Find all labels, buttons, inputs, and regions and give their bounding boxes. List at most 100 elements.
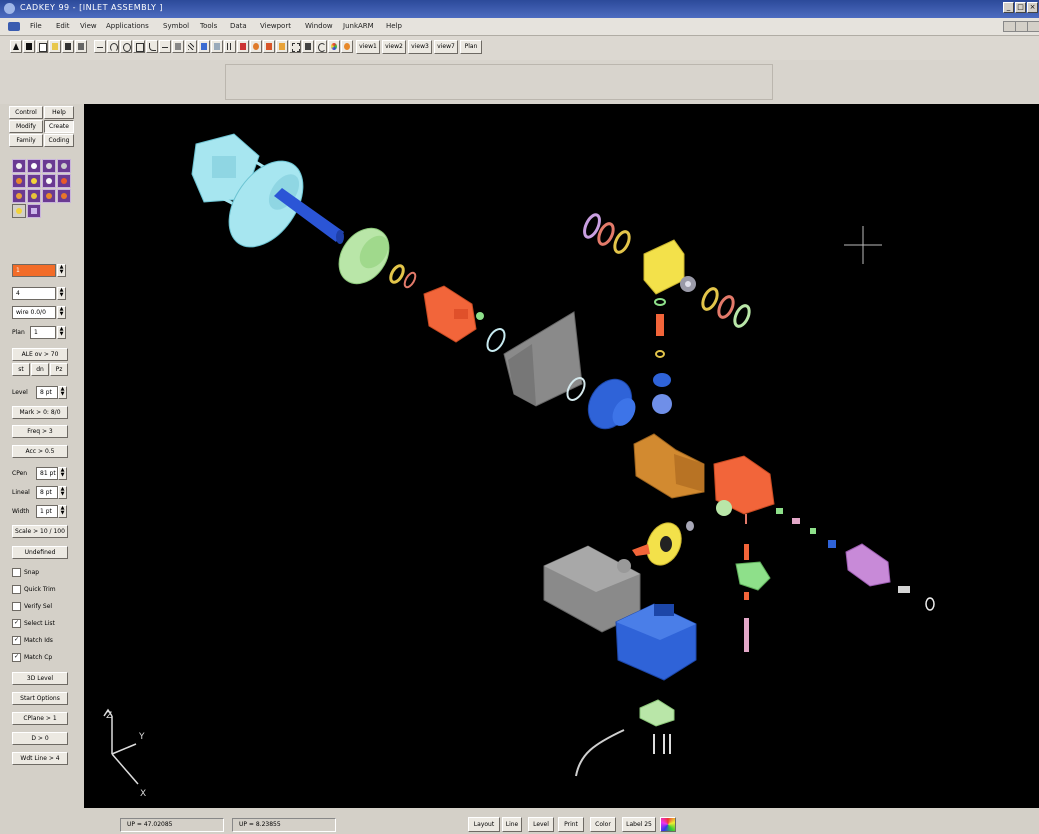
status-color-button[interactable]: Color <box>590 817 616 832</box>
part-housing-cyan[interactable] <box>191 133 318 261</box>
sphere-icon[interactable] <box>27 189 41 203</box>
lineal-arrows[interactable]: ▲ ▼ <box>58 486 67 499</box>
view7-button[interactable]: view7 <box>434 40 458 54</box>
menu-applications[interactable]: Applications <box>106 22 149 30</box>
dimension-icon[interactable] <box>159 40 171 53</box>
wave-icon[interactable] <box>27 204 41 218</box>
part-rings-right[interactable] <box>700 286 752 328</box>
layer-icon[interactable] <box>211 40 223 53</box>
pointer-select-icon[interactable] <box>237 40 249 53</box>
view2-button[interactable]: view2 <box>382 40 406 54</box>
start-options-button[interactable]: Start Options <box>12 692 68 705</box>
st-button[interactable]: st <box>12 363 30 376</box>
d-button[interactable]: D > 0 <box>12 732 68 745</box>
star-icon[interactable] <box>12 189 26 203</box>
arrow-up-icon[interactable] <box>10 40 22 53</box>
status-print-button[interactable]: Print <box>558 817 584 832</box>
view1-button[interactable]: view1 <box>356 40 380 54</box>
part-rings-left[interactable] <box>388 264 417 289</box>
checkbox-select-list[interactable]: ✓ Select List <box>12 618 55 630</box>
spin-field-1[interactable]: 1 <box>12 264 56 277</box>
light-icon[interactable] <box>341 40 353 53</box>
minimize-button[interactable]: _ <box>1003 2 1014 13</box>
cpen-field[interactable]: 81 pt <box>36 467 58 480</box>
fillet-icon[interactable] <box>146 40 158 53</box>
lineal-field[interactable]: 8 pt <box>36 486 58 499</box>
save-icon[interactable] <box>62 40 74 53</box>
status-line-button[interactable]: Line <box>502 817 522 832</box>
menu-edit[interactable]: Edit <box>56 22 70 30</box>
ale-button[interactable]: ALE ov > 70 <box>12 348 68 361</box>
checkbox-snap[interactable]: Snap <box>12 567 39 579</box>
plan-button[interactable]: Plan <box>460 40 482 54</box>
wdt-line-button[interactable]: Wdt Line > 4 <box>12 752 68 765</box>
maximize-button[interactable]: □ <box>1015 2 1026 13</box>
checkbox-verify-sel-box[interactable] <box>12 602 21 611</box>
spin-field-4[interactable]: 1 <box>30 326 56 339</box>
bulb-icon[interactable] <box>12 204 26 218</box>
rotate-view-icon[interactable] <box>57 159 71 173</box>
menu-symbol[interactable]: Symbol <box>163 22 189 30</box>
menu-file[interactable]: File <box>30 22 42 30</box>
width-field[interactable]: 1 pt <box>36 505 58 518</box>
cplane-button[interactable]: CPlane > 1 <box>12 712 68 725</box>
spin-arrows-4[interactable]: ▲ ▼ <box>57 326 66 339</box>
level-field[interactable]: 8 pt <box>36 386 58 399</box>
menu-view[interactable]: View <box>80 22 97 30</box>
part-bracket-brown[interactable] <box>633 433 705 499</box>
part-shaft-violet[interactable] <box>845 543 935 611</box>
zoom-icon[interactable] <box>27 159 41 173</box>
part-block-yellow[interactable] <box>643 239 696 295</box>
close-button[interactable]: × <box>1027 2 1038 13</box>
polygon-icon[interactable] <box>133 40 145 53</box>
acc-button[interactable]: Acc > 0.5 <box>12 445 68 458</box>
tab-create[interactable]: Create <box>44 120 74 133</box>
part-pump-body-orange[interactable] <box>713 455 775 524</box>
zoom-all-icon[interactable] <box>302 40 314 53</box>
menu-viewport[interactable]: Viewport <box>260 22 291 30</box>
undefined-button[interactable]: Undefined <box>12 546 68 559</box>
checkbox-match-ids[interactable]: ✓ Match Ids <box>12 635 53 647</box>
zoom-window-icon[interactable] <box>289 40 301 53</box>
checkbox-match-cp-box[interactable]: ✓ <box>12 653 21 662</box>
status-level-button[interactable]: Level <box>528 817 554 832</box>
fill-icon[interactable] <box>57 189 71 203</box>
document-icon[interactable] <box>8 22 20 31</box>
spin-arrows-2[interactable]: ▲ ▼ <box>57 287 66 300</box>
hatch-icon[interactable] <box>185 40 197 53</box>
palette-icon[interactable] <box>328 40 340 53</box>
checkbox-quick-trim[interactable]: Quick Trim <box>12 584 56 596</box>
part-cable[interactable] <box>575 729 625 777</box>
checkbox-select-list-box[interactable]: ✓ <box>12 619 21 628</box>
level-arrows[interactable]: ▲ ▼ <box>58 386 67 399</box>
status-label-button[interactable]: Label 25 <box>622 817 656 832</box>
view3-button[interactable]: view3 <box>408 40 432 54</box>
checkbox-match-ids-box[interactable]: ✓ <box>12 636 21 645</box>
part-pin-stack[interactable] <box>652 298 672 414</box>
shade-icon[interactable] <box>250 40 262 53</box>
tab-help[interactable]: Help <box>44 106 74 119</box>
mark-button[interactable]: Mark > 0: 8/0 <box>12 406 68 419</box>
print-icon[interactable] <box>75 40 87 53</box>
tab-control[interactable]: Control <box>9 106 43 119</box>
text-icon[interactable] <box>198 40 210 53</box>
scale-button[interactable]: Scale > 10 / 100 <box>12 525 68 538</box>
measure-icon[interactable] <box>172 40 184 53</box>
spin-arrows-3[interactable]: ▲ ▼ <box>57 306 66 319</box>
light-bulb-icon[interactable] <box>27 174 41 188</box>
sphere-orange-icon[interactable] <box>42 189 56 203</box>
checkbox-match-cp[interactable]: ✓ Match Cp <box>12 652 52 664</box>
menu-tools[interactable]: Tools <box>200 22 217 30</box>
tab-family[interactable]: Family <box>9 134 43 147</box>
render-icon[interactable] <box>276 40 288 53</box>
part-bracket-orange[interactable] <box>423 285 484 343</box>
status-palette-icon[interactable] <box>660 817 676 832</box>
arc-icon[interactable] <box>107 40 119 53</box>
spin-arrows-1[interactable]: ▲ ▼ <box>57 264 66 277</box>
checkbox-verify-sel[interactable]: Verify Sel <box>12 601 52 613</box>
pan-icon[interactable] <box>42 159 56 173</box>
grid-icon[interactable] <box>224 40 236 53</box>
part-plate-gray[interactable] <box>503 311 583 407</box>
select-icon[interactable] <box>12 159 26 173</box>
spin-field-2[interactable]: 4 <box>12 287 56 300</box>
